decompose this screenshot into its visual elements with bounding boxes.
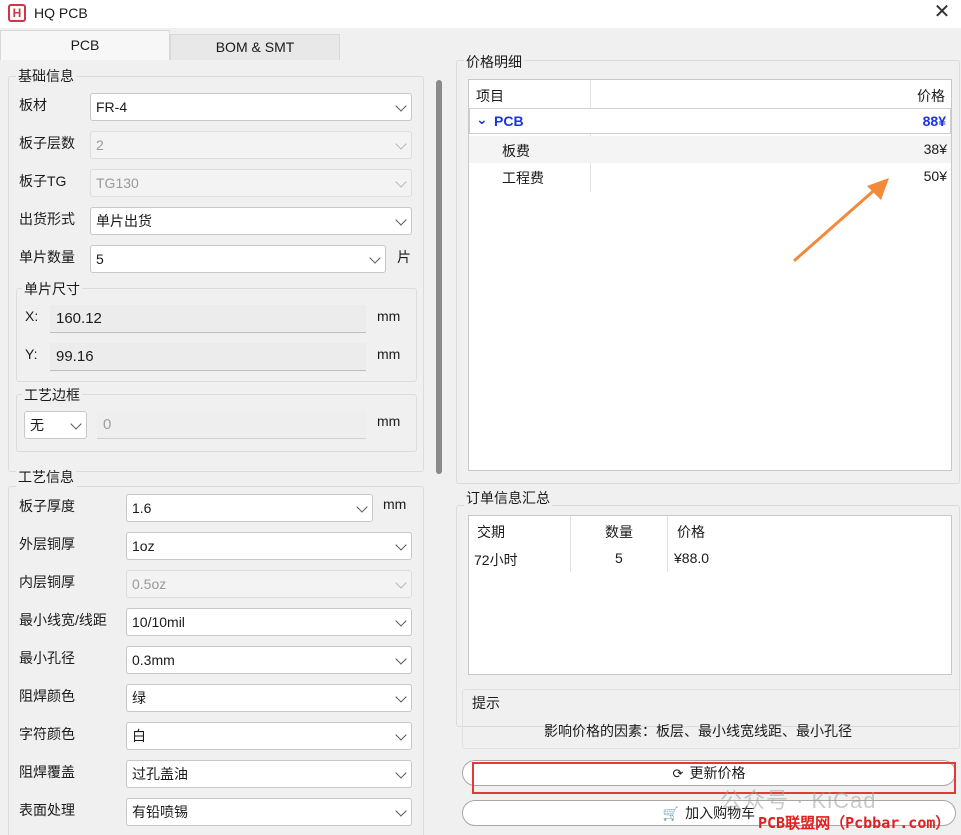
hint-title: 提示 bbox=[470, 693, 502, 713]
engineering-fee-name: 工程费 bbox=[502, 170, 544, 186]
order-price-value: ¥88.0 bbox=[674, 550, 710, 566]
x-unit: mm bbox=[377, 308, 401, 324]
shipping-label: 出货形式 bbox=[19, 211, 75, 227]
tg-select: TG130 bbox=[90, 169, 412, 197]
board-material-label: 板材 bbox=[19, 97, 47, 113]
y-label: Y: bbox=[25, 346, 38, 362]
pricing-pane: 价格明细 项目 价格 ⌄ PCB 88¥ 板费 38¥ 工程费 50¥ 订单信息… bbox=[456, 46, 961, 835]
pcb-settings-pane: 基础信息 板材 FR-4 板子层数 2 板子TG TG130 出货形式 单片出货… bbox=[0, 60, 450, 835]
frame-unit: mm bbox=[377, 413, 401, 429]
frame-width-field: 0 bbox=[97, 411, 366, 439]
cart-icon: 🛒 bbox=[662, 806, 680, 821]
silk-color-select[interactable]: 白 bbox=[126, 722, 412, 750]
tg-label: 板子TG bbox=[19, 173, 67, 189]
chevron-down-icon bbox=[395, 767, 407, 779]
chevron-down-icon bbox=[395, 100, 407, 112]
price-detail-title: 价格明细 bbox=[464, 52, 524, 72]
price-header-price: 价格 bbox=[917, 88, 945, 104]
mask-color-select[interactable]: 绿 bbox=[126, 684, 412, 712]
wechat-watermark: 公众号 · KiCad bbox=[720, 788, 877, 813]
basic-info-title: 基础信息 bbox=[16, 66, 76, 86]
thickness-label: 板子厚度 bbox=[19, 498, 75, 514]
order-col-divider-2 bbox=[667, 516, 668, 572]
board-material-select[interactable]: FR-4 bbox=[90, 93, 412, 121]
layers-select: 2 bbox=[90, 131, 412, 159]
min-hole-select[interactable]: 0.3mm bbox=[126, 646, 412, 674]
inner-copper-select: 0.5oz bbox=[126, 570, 412, 598]
order-header-delivery: 交期 bbox=[477, 524, 505, 540]
frame-title: 工艺边框 bbox=[22, 385, 82, 405]
board-fee-price: 38¥ bbox=[923, 141, 947, 157]
tab-pcb[interactable]: PCB bbox=[0, 30, 170, 60]
chevron-down-icon bbox=[395, 176, 407, 188]
hint-text: 影响价格的因素：板层、最小线宽线距、最小孔径 bbox=[544, 723, 852, 739]
frame-type-select[interactable]: 无 bbox=[24, 411, 87, 439]
mask-cover-select[interactable]: 过孔盖油 bbox=[126, 760, 412, 788]
tab-bar: PCB BOM & SMT bbox=[0, 28, 450, 60]
pcb-item-name: PCB bbox=[494, 113, 524, 129]
min-hole-label: 最小孔径 bbox=[19, 650, 75, 666]
mask-cover-label: 阻焊覆盖 bbox=[19, 764, 75, 780]
order-summary-table: 交期 数量 价格 72小时 5 ¥88.0 bbox=[468, 515, 952, 675]
surface-select[interactable]: 有铅喷锡 bbox=[126, 798, 412, 826]
process-info-title: 工艺信息 bbox=[16, 467, 76, 487]
site-watermark: PCB联盟网（Pcbbar.com） bbox=[758, 814, 951, 832]
price-row-board-fee[interactable]: 板费 38¥ bbox=[469, 136, 951, 163]
y-unit: mm bbox=[377, 346, 401, 362]
quantity-unit: 片 bbox=[397, 249, 411, 265]
highlight-rectangle bbox=[472, 762, 956, 794]
title-bar: H HQ PCB ✕ bbox=[0, 0, 961, 28]
quantity-label: 单片数量 bbox=[19, 249, 75, 265]
surface-label: 表面处理 bbox=[19, 802, 75, 818]
thickness-select[interactable]: 1.6 bbox=[126, 494, 373, 522]
chevron-down-icon bbox=[70, 418, 82, 430]
mask-color-label: 阻焊颜色 bbox=[19, 688, 75, 704]
layers-label: 板子层数 bbox=[19, 135, 75, 151]
price-header-item: 项目 bbox=[476, 88, 504, 104]
chevron-down-icon bbox=[395, 729, 407, 741]
board-fee-name: 板费 bbox=[502, 143, 530, 159]
outer-copper-label: 外层铜厚 bbox=[19, 536, 75, 552]
order-header-price: 价格 bbox=[677, 524, 705, 540]
annotation-arrow bbox=[793, 178, 889, 262]
thickness-unit: mm bbox=[383, 496, 407, 512]
price-detail-table: 项目 价格 ⌄ PCB 88¥ 板费 38¥ 工程费 50¥ bbox=[468, 79, 952, 471]
chevron-down-icon bbox=[395, 653, 407, 665]
expand-chevron-icon[interactable]: ⌄ bbox=[476, 111, 488, 128]
chevron-down-icon bbox=[395, 539, 407, 551]
tab-bom-smt[interactable]: BOM & SMT bbox=[170, 34, 340, 60]
min-trace-select[interactable]: 10/10mil bbox=[126, 608, 412, 636]
outer-copper-select[interactable]: 1oz bbox=[126, 532, 412, 560]
shipping-select[interactable]: 单片出货 bbox=[90, 207, 412, 235]
quantity-select[interactable]: 5 bbox=[90, 245, 386, 273]
chevron-down-icon bbox=[395, 805, 407, 817]
size-y-field[interactable]: 99.16 bbox=[50, 343, 366, 371]
order-delivery-value: 72小时 bbox=[474, 552, 518, 568]
chevron-down-icon bbox=[369, 252, 381, 264]
engineering-fee-price: 50¥ bbox=[923, 168, 947, 184]
inner-copper-label: 内层铜厚 bbox=[19, 574, 75, 590]
close-icon[interactable]: ✕ bbox=[928, 2, 956, 24]
chevron-down-icon bbox=[395, 691, 407, 703]
order-summary-title: 订单信息汇总 bbox=[464, 488, 552, 508]
window-title: HQ PCB bbox=[34, 5, 88, 21]
chevron-down-icon bbox=[395, 577, 407, 589]
chevron-down-icon bbox=[395, 214, 407, 226]
left-pane-scrollbar[interactable] bbox=[436, 80, 442, 474]
app-logo-icon: H bbox=[8, 4, 26, 22]
order-header-qty: 数量 bbox=[605, 524, 633, 540]
size-x-field[interactable]: 160.12 bbox=[50, 305, 366, 333]
chevron-down-icon bbox=[356, 501, 368, 513]
size-title: 单片尺寸 bbox=[22, 279, 82, 299]
x-label: X: bbox=[25, 308, 39, 324]
min-trace-label: 最小线宽/线距 bbox=[19, 612, 107, 628]
chevron-down-icon bbox=[395, 138, 407, 150]
order-qty-value: 5 bbox=[615, 550, 623, 566]
price-row-pcb[interactable]: ⌄ PCB 88¥ bbox=[469, 108, 951, 134]
silk-color-label: 字符颜色 bbox=[19, 726, 75, 742]
chevron-down-icon bbox=[395, 615, 407, 627]
pcb-item-price: 88¥ bbox=[922, 113, 946, 129]
order-col-divider-1 bbox=[570, 516, 571, 572]
